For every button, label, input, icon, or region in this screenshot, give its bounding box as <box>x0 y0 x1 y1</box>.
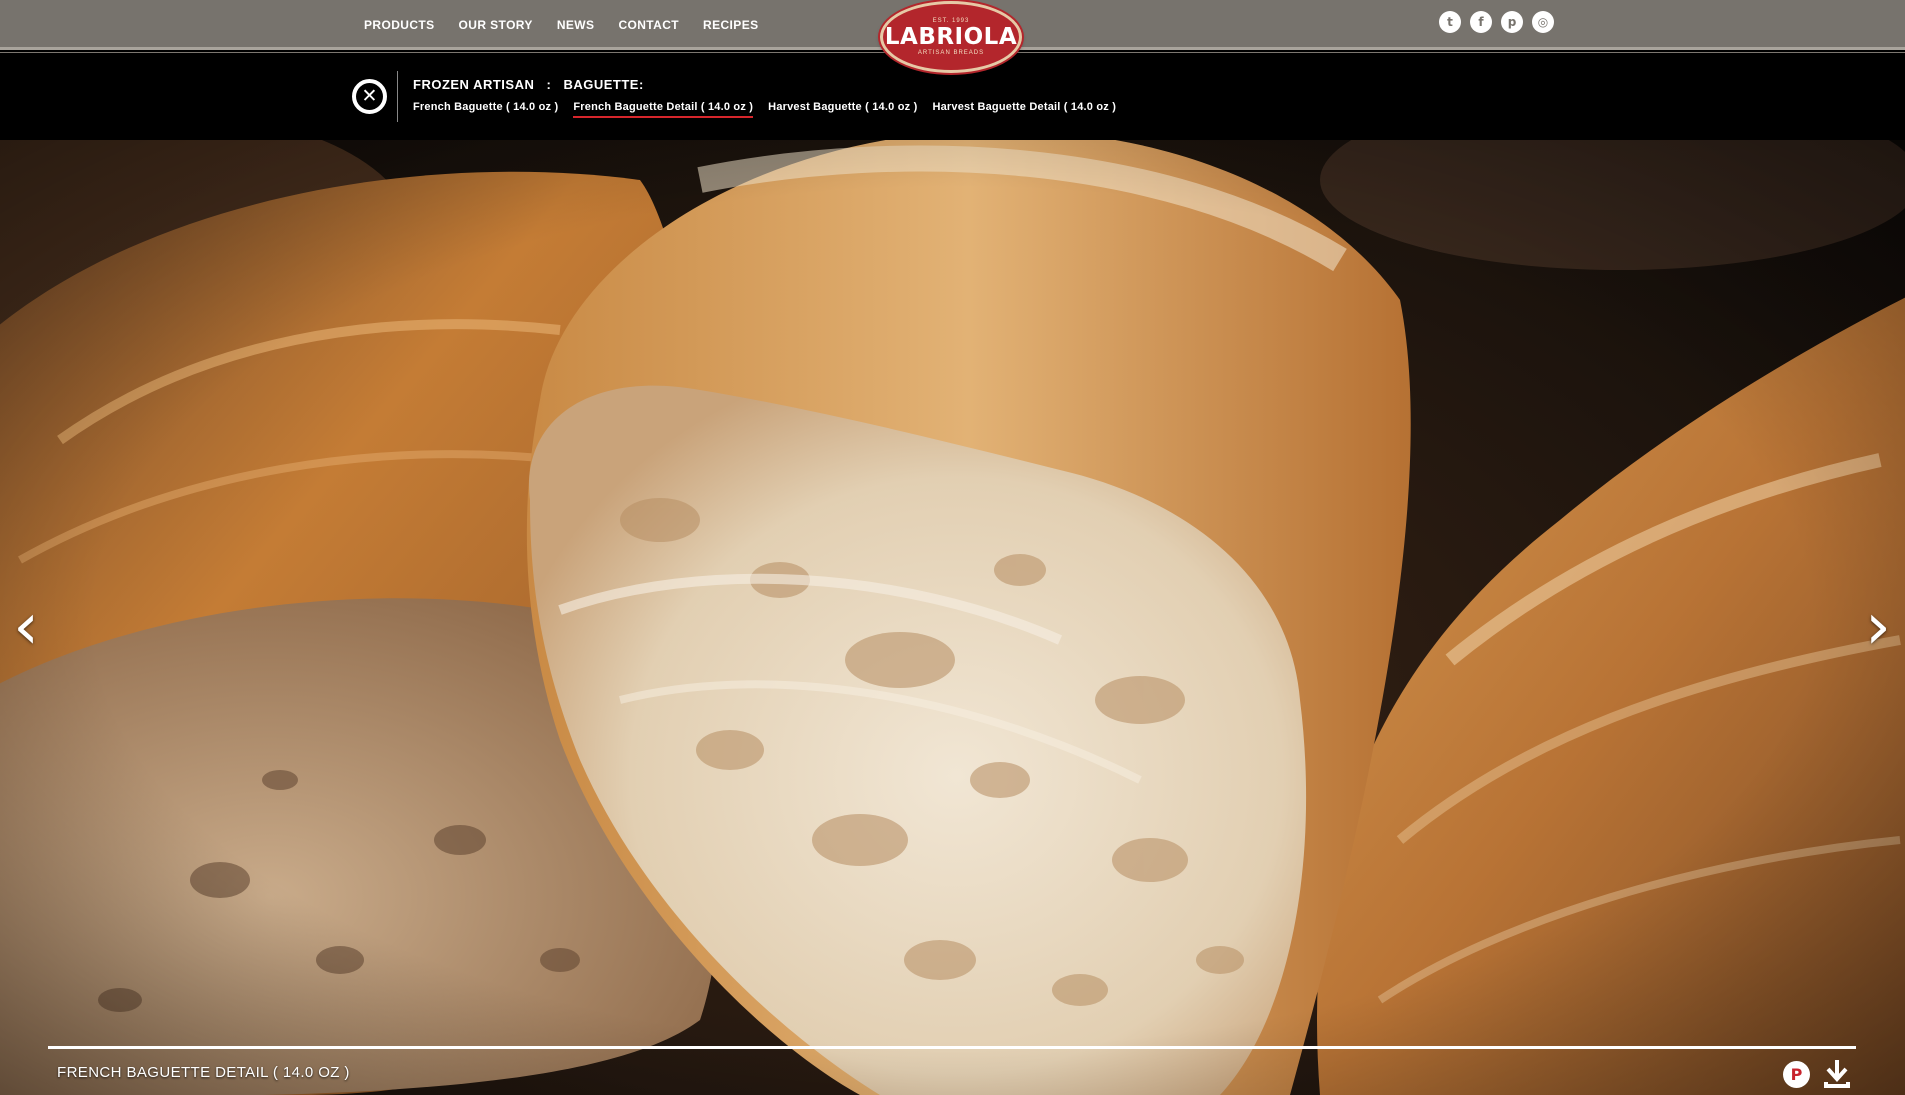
product-link-french-baguette-detail[interactable]: French Baguette Detail ( 14.0 oz ) <box>573 101 754 118</box>
nav-our-story[interactable]: OUR STORY <box>459 18 533 32</box>
social-links: t f p ◎ <box>1439 11 1554 33</box>
product-link-harvest-baguette[interactable]: Harvest Baguette ( 14.0 oz ) <box>768 101 917 118</box>
download-button[interactable] <box>1823 1058 1851 1088</box>
caption-divider <box>48 1046 1856 1049</box>
hero-image <box>0 140 1905 1095</box>
logo-tagline: ARTISAN BREADS <box>917 50 985 56</box>
nav-contact[interactable]: CONTACT <box>618 18 679 32</box>
product-link-french-baguette[interactable]: French Baguette ( 14.0 oz ) <box>413 101 558 118</box>
product-link-harvest-baguette-detail[interactable]: Harvest Baguette Detail ( 14.0 oz ) <box>932 101 1116 118</box>
breadcrumb-category: FROZEN ARTISAN <box>413 77 535 92</box>
twitter-icon[interactable]: t <box>1439 11 1461 33</box>
divider <box>397 71 398 122</box>
logo-name: LABRIOLA <box>884 24 1018 50</box>
facebook-icon[interactable]: f <box>1470 11 1492 33</box>
labriola-logo[interactable]: EST. 1993 LABRIOLA ARTISAN BREADS <box>880 1 1022 73</box>
nav-recipes[interactable]: RECIPES <box>703 18 758 32</box>
next-slide-button[interactable]: › <box>1858 594 1898 660</box>
pinterest-icon[interactable]: p <box>1501 11 1523 33</box>
breadcrumb-subcategory: BAGUETTE: <box>563 77 644 92</box>
instagram-icon[interactable]: ◎ <box>1532 11 1554 33</box>
pinterest-share-button[interactable]: P <box>1783 1061 1810 1088</box>
download-icon <box>1824 1060 1850 1088</box>
nav-news[interactable]: NEWS <box>557 18 595 32</box>
nav-products[interactable]: PRODUCTS <box>364 18 435 32</box>
breadcrumb-separator: : <box>546 77 552 92</box>
main-nav: PRODUCTS OUR STORY NEWS CONTACT RECIPES <box>364 0 783 50</box>
close-button[interactable]: ✕ <box>352 79 387 114</box>
breadcrumb: FROZEN ARTISAN : BAGUETTE: <box>413 77 644 92</box>
product-list: French Baguette ( 14.0 oz ) French Bague… <box>413 101 1116 118</box>
close-icon: ✕ <box>356 83 383 110</box>
baguette-photo <box>0 140 1905 1095</box>
previous-slide-button[interactable]: ‹ <box>6 594 46 660</box>
image-caption: FRENCH BAGUETTE DETAIL ( 14.0 OZ ) <box>57 1064 350 1081</box>
pinterest-icon: P <box>1790 1065 1803 1084</box>
